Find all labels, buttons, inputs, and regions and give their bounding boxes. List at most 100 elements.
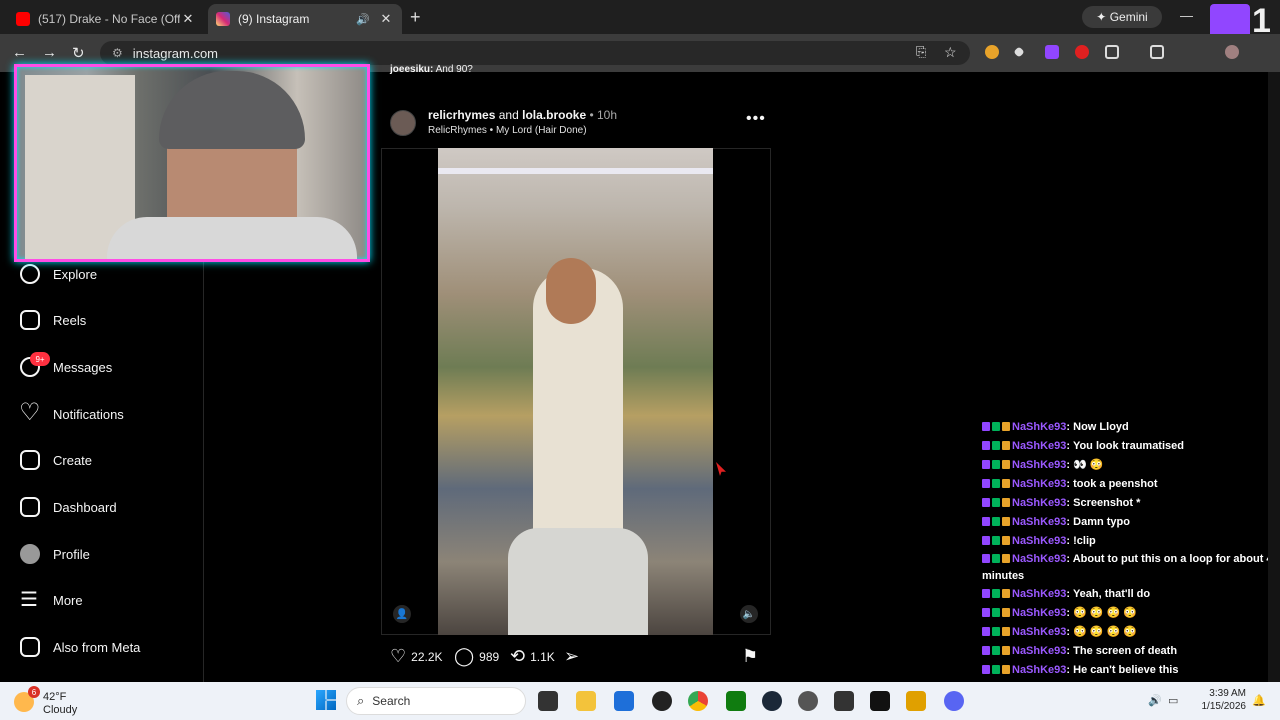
rockstar-icon[interactable] [906, 691, 926, 711]
chat-text: : 👀 😳 [1066, 459, 1104, 471]
extensions-puzzle-icon[interactable] [1105, 45, 1119, 59]
epic-games-icon[interactable] [870, 691, 890, 711]
speaker-icon[interactable]: 🔊 [356, 13, 370, 26]
repost-button[interactable]: ⟲ 1.1K [510, 646, 555, 667]
chat-badge-icon [982, 665, 990, 674]
sidebar-item-dashboard[interactable]: Dashboard [20, 495, 117, 519]
volume-icon[interactable]: 🔊 [1148, 694, 1162, 707]
bookmark-star-icon[interactable]: ☆ [944, 44, 957, 61]
file-explorer-icon[interactable] [576, 691, 596, 711]
chat-badge-icon [992, 517, 1000, 526]
save-button[interactable]: ⚑ [742, 646, 763, 667]
chat-text: : 😳 😳 😳 😳 [1066, 607, 1138, 619]
chat-username: NaShKe93 [1012, 535, 1067, 547]
sidebar-item-create[interactable]: Create [20, 448, 92, 472]
previous-caption: joeesiku: And 90? [390, 64, 473, 75]
sidebar-item-label: Reels [53, 312, 87, 328]
sidebar-item-also-from-meta[interactable]: Also from Meta [20, 635, 140, 659]
caption-username[interactable]: joeesiku: [390, 64, 433, 75]
back-button[interactable]: ← [12, 44, 27, 61]
streamer-beanie [159, 71, 305, 149]
weather-condition: Cloudy [43, 704, 78, 716]
chrome-icon[interactable] [688, 691, 708, 711]
comment-icon: ◯ [454, 646, 475, 666]
sidebar-item-explore[interactable]: Explore [20, 262, 97, 286]
reels-icon [20, 310, 40, 330]
share-button[interactable]: ➢ [564, 646, 584, 667]
apps-grid-icon [20, 637, 40, 657]
gemini-button[interactable]: ✦ Gemini [1082, 6, 1162, 28]
url-text: instagram.com [132, 45, 219, 61]
more-options-icon[interactable]: ••• [746, 110, 766, 128]
tagged-user-icon[interactable]: 👤 [393, 605, 411, 623]
store-icon[interactable] [614, 691, 634, 711]
install-icon[interactable]: ⎘ [916, 44, 926, 60]
chat-message: NaShKe93: !clip [982, 532, 1274, 551]
tab-youtube[interactable]: (517) Drake - No Face (Official ✕ [8, 4, 204, 34]
windows-start-icon[interactable] [316, 690, 336, 710]
url-field[interactable]: ⚙ instagram.com [100, 41, 970, 65]
app-icon[interactable] [798, 691, 818, 711]
author-link[interactable]: relicrhymes [428, 108, 495, 122]
profile-avatar[interactable] [1225, 45, 1239, 59]
reload-button[interactable]: ↻ [72, 44, 85, 62]
chat-text: : !clip [1066, 535, 1096, 547]
chat-username: NaShKe93 [1012, 440, 1067, 452]
chat-badge-icon [992, 627, 1000, 636]
chat-text: : took a peenshot [1066, 478, 1158, 490]
comment-button[interactable]: ◯ 989 [454, 646, 499, 667]
close-tab-icon[interactable]: ✕ [180, 11, 196, 27]
sidebar-item-notifications[interactable]: Notifications [19, 398, 124, 427]
chat-badge-icon [992, 441, 1000, 450]
minimize-button[interactable]: — [1180, 8, 1193, 23]
7zip-icon[interactable] [834, 691, 854, 711]
extension-icon[interactable] [1075, 45, 1089, 59]
chat-message: NaShKe93: Screenshot * [982, 494, 1274, 513]
chat-badge-icon [982, 422, 990, 431]
sidebar-item-profile[interactable]: Profile [20, 542, 90, 566]
new-tab-button[interactable]: + [410, 7, 421, 28]
sidepanel-icon[interactable] [1150, 45, 1164, 59]
chat-badge-icon [992, 608, 1000, 617]
tab-title: (517) Drake - No Face (Official [38, 12, 180, 26]
chat-message: NaShKe93: Yeah, that'll do [982, 585, 1274, 604]
chat-message: NaShKe93: Damn typo [982, 513, 1274, 532]
chat-badge-icon [1002, 536, 1010, 545]
obs-icon[interactable] [652, 691, 672, 711]
taskbar-clock[interactable]: 3:39 AM 1/15/2026 [1196, 687, 1247, 713]
extension-icon[interactable] [1045, 45, 1059, 59]
tab-instagram[interactable]: (9) Instagram 🔊 ✕ [208, 4, 402, 34]
post-time: • 10h [589, 108, 618, 122]
extension-icon[interactable] [985, 45, 999, 59]
close-tab-icon[interactable]: ✕ [378, 11, 394, 27]
chat-username: NaShKe93 [1012, 516, 1067, 528]
post-video[interactable] [438, 148, 713, 635]
taskbar-search[interactable]: ⌕ Search [346, 687, 526, 715]
forward-button[interactable]: → [42, 44, 57, 61]
sidebar-item-reels[interactable]: Reels [20, 308, 86, 332]
battery-icon[interactable]: ▭ [1168, 694, 1178, 707]
bookmark-icon: ⚑ [742, 646, 759, 666]
author-joiner: and [498, 108, 519, 122]
page-scrollbar[interactable] [1268, 72, 1280, 682]
like-button[interactable]: ♡ 22.2K [390, 646, 443, 667]
post-audio[interactable]: RelicRhymes • My Lord (Hair Done) [428, 125, 587, 136]
post-actions: ♡ 22.2K ◯ 989 ⟲ 1.1K ➢ ⚑ [390, 646, 770, 668]
chat-badge-icon [1002, 554, 1010, 563]
xbox-icon[interactable] [726, 691, 746, 711]
notification-bell-icon[interactable]: 🔔 [1252, 694, 1266, 707]
chat-message: NaShKe93: took a peenshot [982, 475, 1274, 494]
steam-icon[interactable] [762, 691, 782, 711]
site-info-icon[interactable]: ⚙ [112, 46, 123, 60]
sidebar-item-label: Explore [53, 266, 98, 282]
mute-icon[interactable]: 🔈 [740, 605, 758, 623]
author-link[interactable]: lola.brooke [522, 108, 586, 122]
sidebar-item-more[interactable]: More [20, 587, 83, 612]
chat-badge-icon [992, 422, 1000, 431]
chat-badge-icon [1002, 517, 1010, 526]
sidebar-item-label: Notifications [53, 406, 124, 422]
post-avatar[interactable] [390, 110, 416, 136]
discord-icon[interactable] [944, 691, 964, 711]
profile-avatar-icon [20, 544, 40, 564]
task-view-icon[interactable] [538, 691, 558, 711]
